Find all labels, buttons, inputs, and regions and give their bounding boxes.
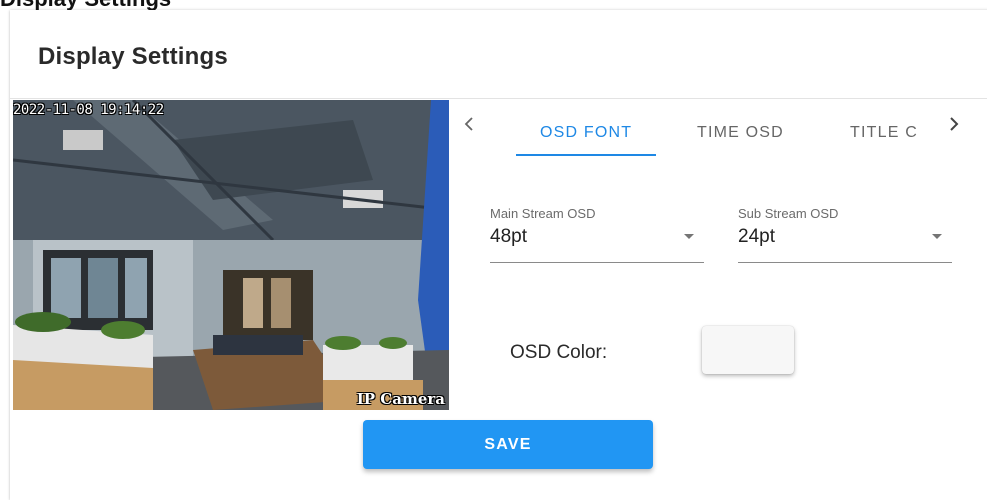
camera-scene	[13, 100, 449, 410]
tab-label: TITLE C	[850, 124, 918, 141]
sub-stream-osd-value: 24pt	[738, 226, 775, 247]
card-title: Display Settings	[38, 43, 228, 70]
sub-stream-osd-select[interactable]: Sub Stream OSD 24pt	[738, 206, 952, 263]
tab-scroll-prev[interactable]	[454, 108, 486, 140]
osd-color-label: OSD Color:	[510, 342, 608, 363]
osd-camera-title: IP Camera	[356, 390, 445, 408]
save-button[interactable]: SAVE	[363, 420, 653, 469]
dropdown-caret-icon	[684, 234, 694, 239]
chevron-right-icon	[950, 117, 959, 131]
osd-tabs: OSD FONT TIME OSD TITLE C	[452, 98, 977, 156]
osd-color-picker[interactable]	[702, 326, 794, 374]
tabs-viewport: OSD FONT TIME OSD TITLE C	[488, 98, 932, 156]
camera-preview: 2022-11-08 19:14:22 IP Camera	[13, 100, 449, 410]
tab-time-osd[interactable]: TIME OSD	[697, 110, 784, 156]
chevron-left-icon	[464, 117, 473, 131]
card-header: Display Settings	[10, 10, 987, 99]
dropdown-caret-icon	[932, 234, 942, 239]
sub-stream-osd-label: Sub Stream OSD	[738, 206, 839, 221]
tab-title-osd[interactable]: TITLE C	[850, 110, 918, 156]
main-stream-osd-select[interactable]: Main Stream OSD 48pt	[490, 206, 704, 263]
osd-timestamp: 2022-11-08 19:14:22	[13, 102, 164, 118]
tab-label: TIME OSD	[697, 124, 784, 141]
tab-osd-font[interactable]: OSD FONT	[515, 110, 657, 156]
tab-scroll-next[interactable]	[938, 108, 970, 140]
tab-label: OSD FONT	[540, 124, 633, 141]
main-stream-osd-value: 48pt	[490, 226, 527, 247]
main-stream-osd-label: Main Stream OSD	[490, 206, 596, 221]
